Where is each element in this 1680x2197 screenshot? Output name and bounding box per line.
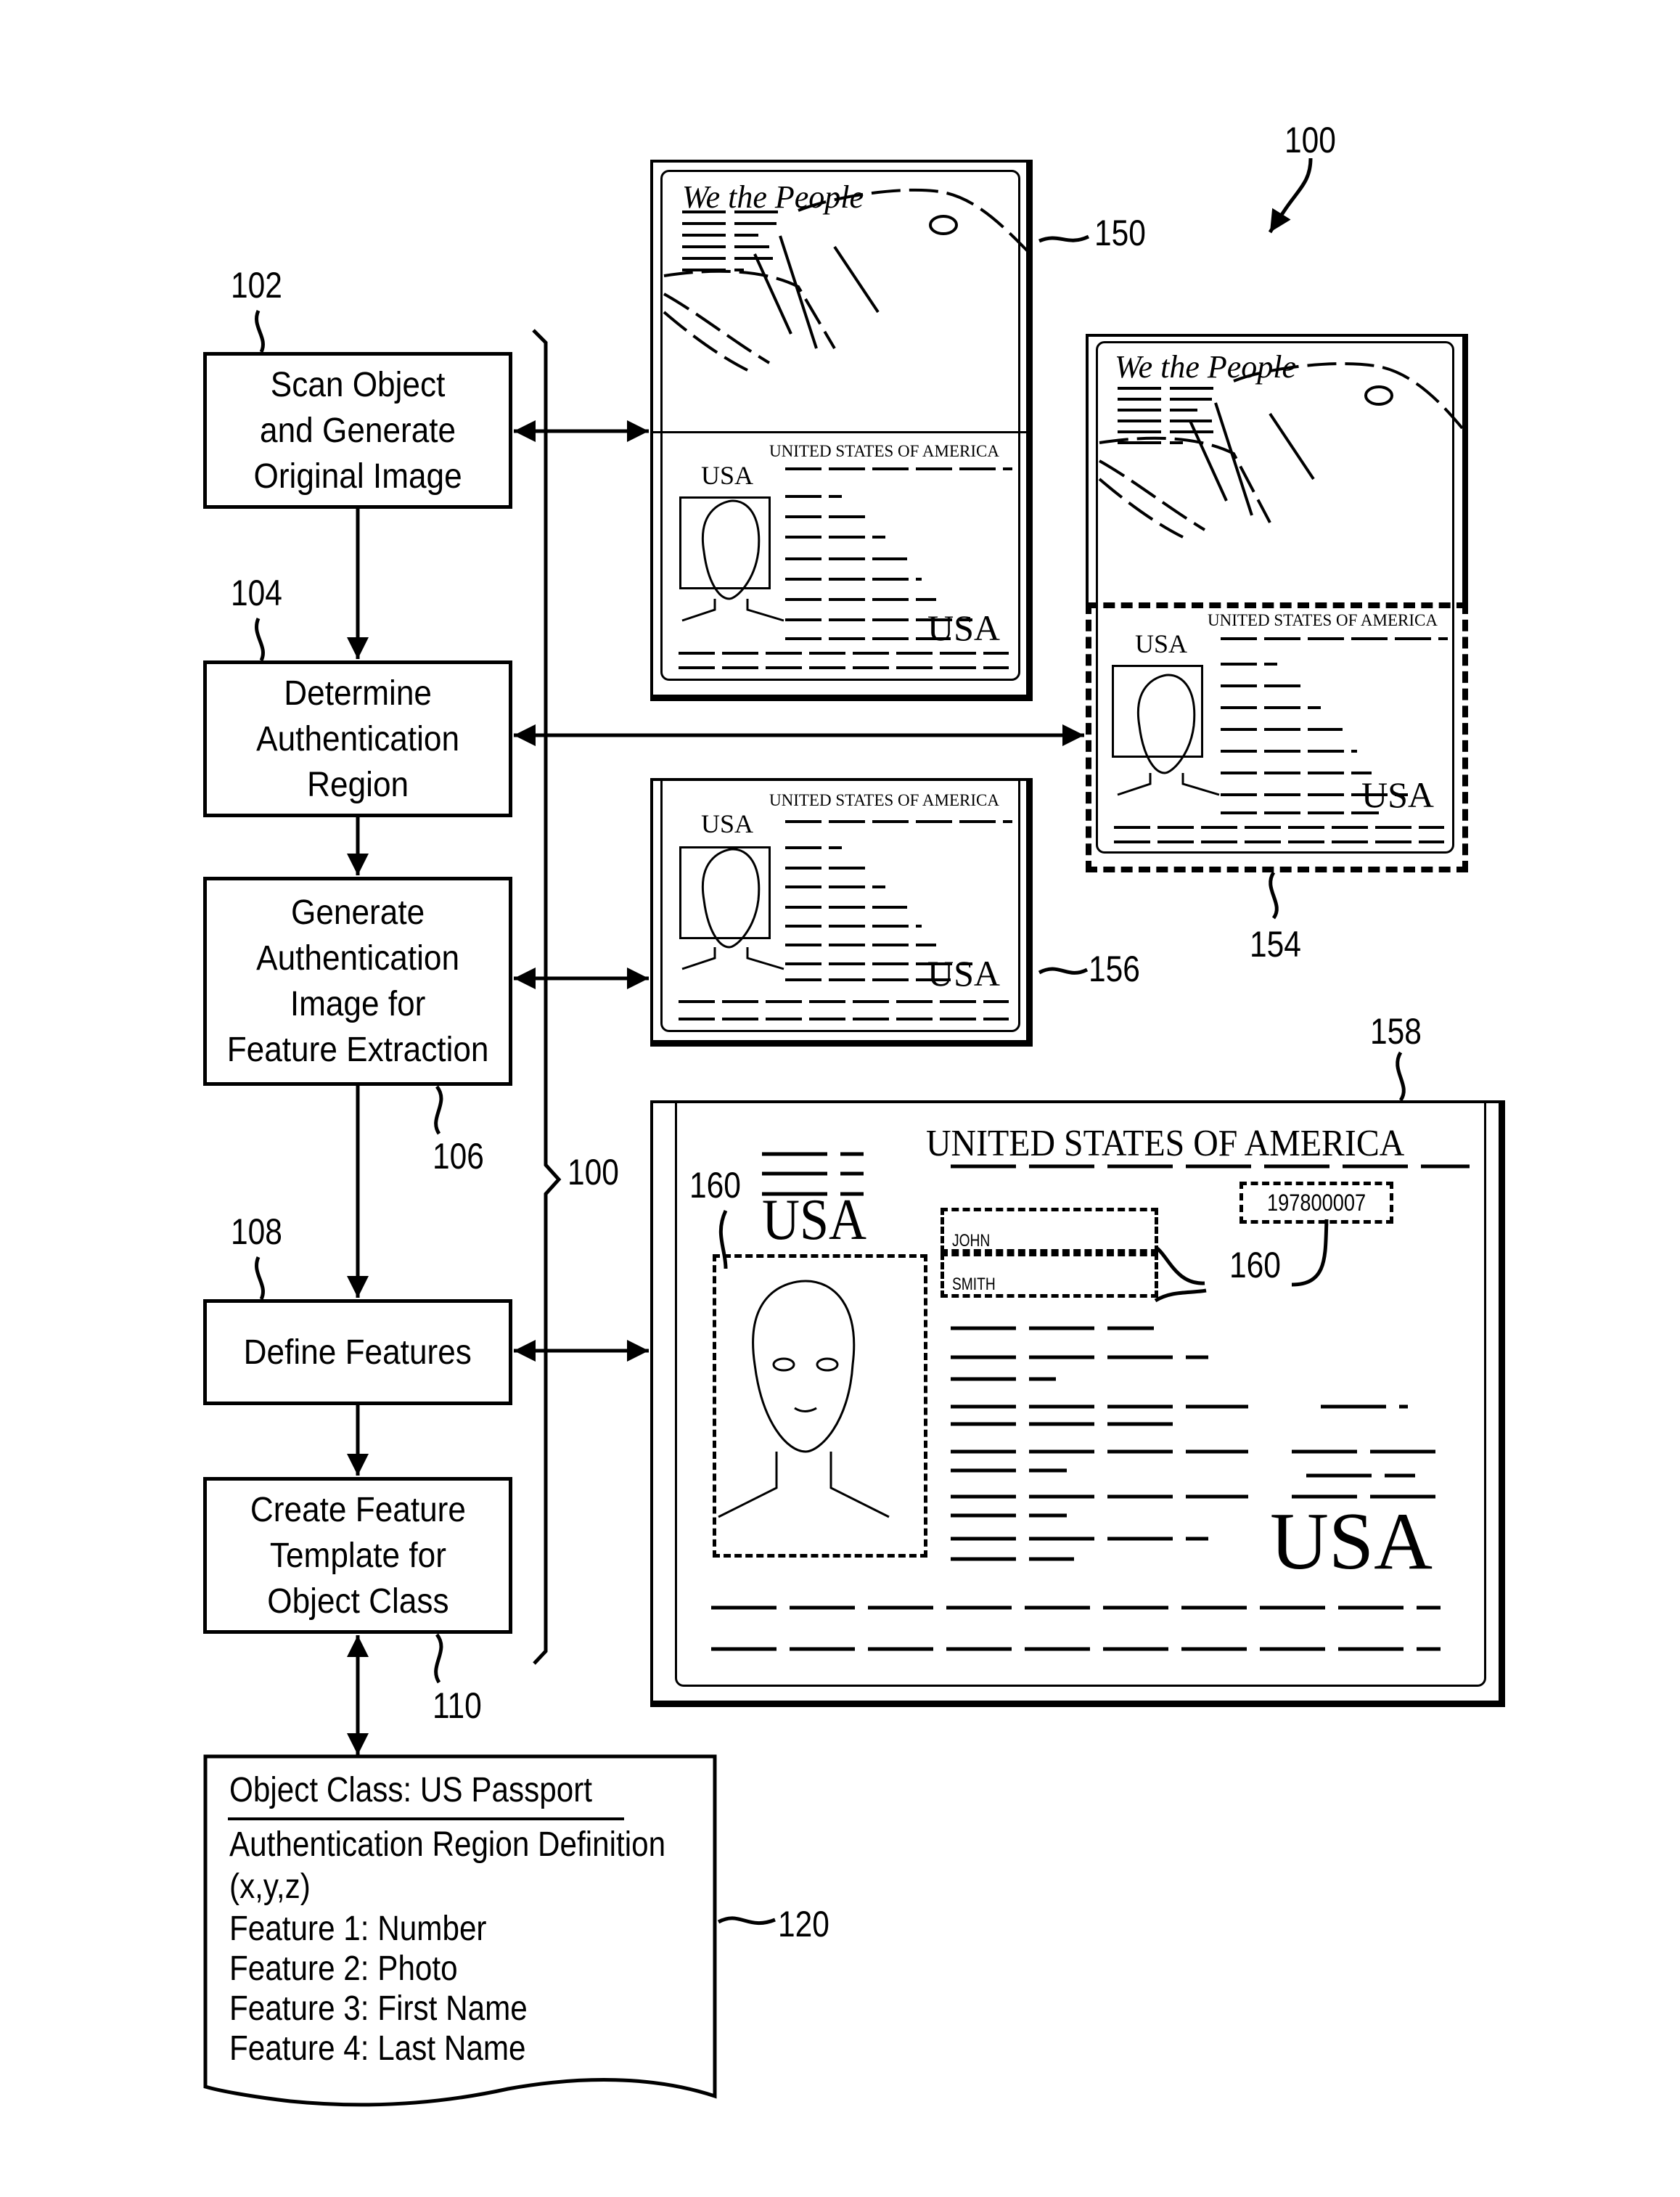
- ref-102: 102: [231, 265, 282, 306]
- step-102-box: Scan Object and Generate Original Image: [203, 352, 512, 509]
- ref-100-main: 100: [1284, 120, 1336, 160]
- country-heading: UNITED STATES OF AMERICA: [926, 1123, 1405, 1164]
- template-line-region: Authentication Region Definition: [229, 1825, 666, 1864]
- passport-number-value: 197800007: [1266, 1189, 1366, 1216]
- template-title: Object Class: US Passport: [229, 1771, 593, 1809]
- country-code-large: USA: [927, 953, 1001, 994]
- step-106-box: Generate Authentication Image for Featur…: [203, 877, 512, 1086]
- passport-original-image: We the People UNITED STATES OF AMERICA U…: [650, 160, 1033, 701]
- ref-106: 106: [433, 1136, 484, 1177]
- step-104-box: Determine Authentication Region: [203, 660, 512, 817]
- step-108-box: Define Features: [203, 1299, 512, 1405]
- first-name-value: JOHN: [952, 1231, 991, 1251]
- country-code-small: USA: [701, 461, 754, 490]
- passport-auth-image: UNITED STATES OF AMERICA USA USA: [650, 778, 1033, 1047]
- passport-features: UNITED STATES OF AMERICA USA USA JOHN SM…: [650, 1100, 1505, 1707]
- page-fold-line: [653, 431, 1029, 433]
- template-document: Object Class: US Passport Authentication…: [203, 1755, 717, 2103]
- passport-auth-region: We the People UNITED STATES OF AMERICA U…: [1086, 334, 1468, 872]
- ref-156: 156: [1089, 949, 1140, 989]
- feature-photo-dashed-box: [713, 1254, 927, 1558]
- ref-120: 120: [778, 1904, 829, 1944]
- ref-160-fields: 160: [1229, 1245, 1281, 1285]
- brace-100: [532, 329, 562, 1665]
- ref-154: 154: [1250, 924, 1301, 965]
- country-code-small: USA: [701, 809, 754, 838]
- step-102-label: Scan Object and Generate Original Image: [253, 365, 462, 496]
- template-line-feature4: Feature 4: Last Name: [229, 2029, 526, 2068]
- template-line-feature3: Feature 3: First Name: [229, 1989, 528, 2028]
- ref-104: 104: [231, 573, 282, 613]
- country-code-small: USA: [762, 1188, 867, 1252]
- passport-page-outline: [660, 170, 1020, 681]
- country-heading: UNITED STATES OF AMERICA: [1208, 611, 1438, 629]
- template-title-underline: [228, 1817, 624, 1820]
- last-name-value: SMITH: [952, 1275, 996, 1294]
- ref-150: 150: [1094, 213, 1146, 253]
- feature-number-box: 197800007: [1239, 1182, 1393, 1224]
- photo-frame: [679, 496, 771, 589]
- ref-160-photo: 160: [689, 1165, 741, 1206]
- country-code-large: USA: [1270, 1497, 1433, 1587]
- ref-100-bracket: 100: [567, 1152, 619, 1192]
- step-110-box: Create Feature Template for Object Class: [203, 1477, 512, 1634]
- country-heading: UNITED STATES OF AMERICA: [769, 442, 999, 460]
- motto-text: We the People: [1115, 349, 1297, 385]
- step-106-label: Generate Authentication Image for Featur…: [226, 893, 489, 1069]
- photo-frame: [1112, 665, 1203, 758]
- ref-100-arrow: [1268, 157, 1313, 234]
- ref-110: 110: [433, 1685, 482, 1726]
- country-code-large: USA: [1361, 774, 1435, 815]
- template-line-feature1: Feature 1: Number: [229, 1910, 487, 1948]
- step-104-label: Determine Authentication Region: [256, 674, 459, 804]
- ref-158: 158: [1370, 1011, 1422, 1052]
- motto-text: We the People: [682, 179, 864, 215]
- country-heading: UNITED STATES OF AMERICA: [769, 791, 999, 809]
- template-line-feature2: Feature 2: Photo: [229, 1950, 458, 1988]
- photo-frame: [679, 846, 771, 939]
- country-code-large: USA: [927, 607, 1001, 648]
- ref-108: 108: [231, 1211, 282, 1252]
- country-code-small: USA: [1135, 629, 1188, 658]
- step-110-label: Create Feature Template for Object Class: [250, 1490, 466, 1621]
- template-line-coords: (x,y,z): [229, 1867, 311, 1906]
- step-108-label: Define Features: [243, 1333, 472, 1372]
